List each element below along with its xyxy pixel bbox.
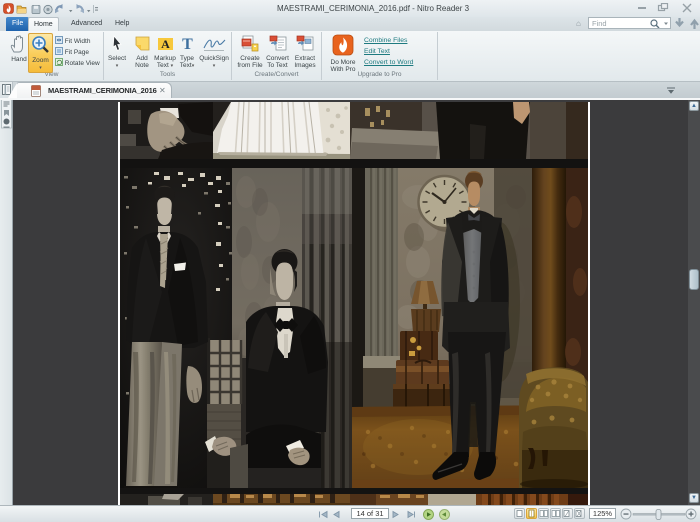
svg-text:A: A: [161, 37, 170, 51]
svg-text:T: T: [182, 36, 193, 52]
